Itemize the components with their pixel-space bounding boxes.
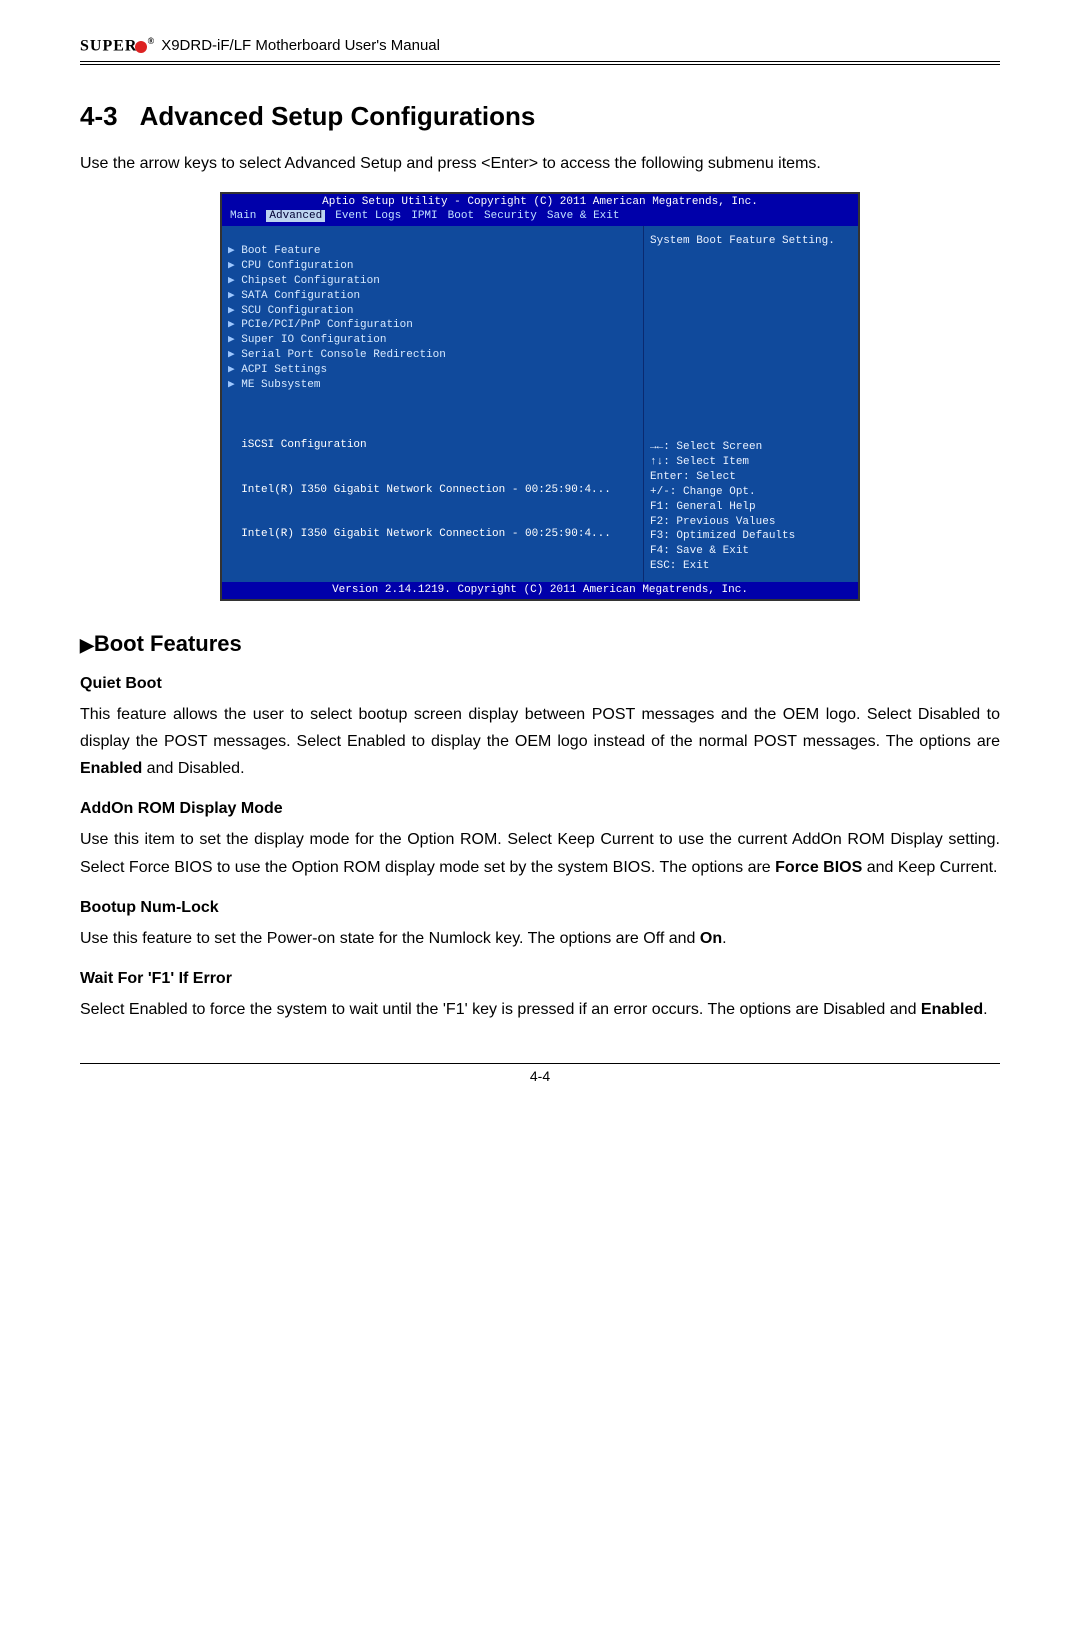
triangle-icon: ▶: [228, 305, 241, 317]
section-heading: 4-3 Advanced Setup Configurations: [80, 101, 1000, 132]
triangle-icon: ▶: [228, 319, 241, 331]
triangle-icon: ▶: [228, 275, 241, 287]
triangle-icon: ▶: [228, 364, 241, 376]
section-number: 4-3: [80, 101, 118, 131]
bios-body: ▶ Boot Feature ▶ CPU Configuration ▶ Chi…: [222, 226, 858, 582]
bios-item: ▶ PCIe/PCI/PnP Configuration: [228, 318, 637, 333]
bios-tab-main: Main: [230, 210, 256, 222]
bios-help-text: System Boot Feature Setting.: [650, 234, 852, 440]
triangle-icon: ▶: [228, 379, 241, 391]
bios-tab-eventlogs: Event Logs: [335, 210, 401, 222]
footer-rule: [80, 1063, 1000, 1064]
bios-subitem: iSCSI Configuration: [228, 438, 637, 453]
bios-key-legend: →←: Select Screen ↑↓: Select Item Enter:…: [650, 440, 852, 574]
bios-tab-security: Security: [484, 210, 537, 222]
bios-screenshot: Aptio Setup Utility - Copyright (C) 2011…: [220, 192, 860, 601]
bios-item: ▶ ACPI Settings: [228, 363, 637, 378]
bios-left-pane: ▶ Boot Feature ▶ CPU Configuration ▶ Chi…: [222, 226, 643, 582]
bios-item: ▶ Chipset Configuration: [228, 274, 637, 289]
feature-heading: Bootup Num-Lock: [80, 899, 1000, 917]
bios-right-pane: System Boot Feature Setting. →←: Select …: [643, 226, 858, 582]
bios-tab-ipmi: IPMI: [411, 210, 437, 222]
header-title: X9DRD-iF/LF Motherboard User's Manual: [161, 37, 440, 54]
bios-item: ▶ SCU Configuration: [228, 304, 637, 319]
bios-tab-advanced: Advanced: [266, 210, 325, 222]
bios-item: ▶ SATA Configuration: [228, 289, 637, 304]
feature-body: Use this feature to set the Power-on sta…: [80, 925, 1000, 952]
triangle-icon: ▶: [228, 290, 241, 302]
section-title: Advanced Setup Configurations: [140, 101, 536, 131]
brand-logo: SUPER®: [80, 36, 155, 55]
bios-item: ▶ Boot Feature: [228, 244, 637, 259]
feature-heading: Wait For 'F1' If Error: [80, 970, 1000, 988]
subsection-heading: ▶Boot Features: [80, 631, 1000, 657]
feature-body: Use this item to set the display mode fo…: [80, 826, 1000, 880]
feature-body: Select Enabled to force the system to wa…: [80, 996, 1000, 1023]
feature-body: This feature allows the user to select b…: [80, 701, 1000, 783]
bios-tab-saveexit: Save & Exit: [547, 210, 620, 222]
page-header: SUPER® X9DRD-iF/LF Motherboard User's Ma…: [80, 30, 1000, 65]
feature-heading: AddOn ROM Display Mode: [80, 800, 1000, 818]
triangle-icon: ▶: [228, 349, 241, 361]
triangle-icon: ▶: [228, 334, 241, 346]
page-number: 4-4: [80, 1068, 1000, 1084]
bios-tab-boot: Boot: [448, 210, 474, 222]
bios-item: ▶ CPU Configuration: [228, 259, 637, 274]
brand-dot-icon: [135, 41, 147, 53]
feature-heading: Quiet Boot: [80, 675, 1000, 693]
bios-subitem: Intel(R) I350 Gigabit Network Connection…: [228, 483, 637, 498]
triangle-icon: ▶: [228, 245, 241, 257]
bios-item: ▶ Super IO Configuration: [228, 333, 637, 348]
bios-footer: Version 2.14.1219. Copyright (C) 2011 Am…: [222, 582, 858, 599]
bios-menu-bar: Main Advanced Event Logs IPMI Boot Security Sa…: [222, 209, 858, 226]
bios-subitem: Intel(R) I350 Gigabit Network Connection…: [228, 527, 637, 542]
triangle-icon: ▶: [228, 260, 241, 272]
triangle-icon: ▶: [80, 635, 94, 655]
bios-item: ▶ Serial Port Console Redirection: [228, 348, 637, 363]
section-intro: Use the arrow keys to select Advanced Se…: [80, 150, 1000, 177]
bios-item: ▶ ME Subsystem: [228, 378, 637, 393]
bios-title: Aptio Setup Utility - Copyright (C) 2011…: [222, 194, 858, 210]
